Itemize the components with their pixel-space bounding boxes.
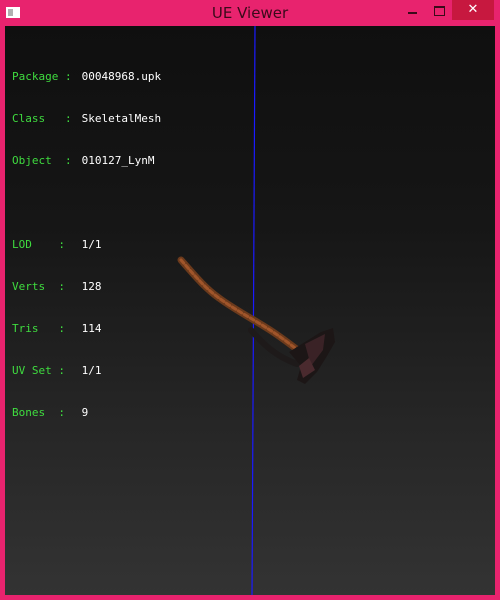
maximize-icon [433,6,445,16]
info-value: 1/1 [81,238,102,251]
info-row-bones: Bones : 9 [12,406,161,420]
minimize-button[interactable] [398,0,426,20]
info-key: Class : [12,112,72,125]
info-row-uvset: UV Set : 1/1 [12,364,161,378]
close-button[interactable]: ✕ [452,0,494,20]
close-icon: ✕ [467,2,479,17]
info-row-class: Class : SkeletalMesh [12,112,161,126]
info-value: 128 [81,280,102,293]
ue-viewer-window: UE Viewer ✕ Package : 00048968.upk Class… [0,0,500,600]
skeletal-mesh [177,256,335,384]
info-key: Tris : [12,322,65,335]
info-row-object: Object : 010127_LynM [12,154,161,168]
info-value: SkeletalMesh [81,112,162,125]
info-row-lod: LOD : 1/1 [12,238,161,252]
minimize-icon [407,12,417,14]
mesh-info-overlay: Package : 00048968.upk Class : SkeletalM… [12,42,161,448]
vertical-axis-line [251,26,256,595]
3d-viewport[interactable]: Package : 00048968.upk Class : SkeletalM… [5,26,495,595]
info-value: 00048968.upk [81,70,162,83]
info-key: Object : [12,154,72,167]
info-row-verts: Verts : 128 [12,280,161,294]
title-bar[interactable]: UE Viewer ✕ [0,0,500,26]
info-key: Verts : [12,280,65,293]
info-key: LOD : [12,238,65,251]
info-row-package: Package : 00048968.upk [12,70,161,84]
info-key: Package : [12,70,72,83]
info-key: Bones : [12,406,65,419]
info-value: 114 [81,322,102,335]
info-row-tris: Tris : 114 [12,322,161,336]
info-value: 1/1 [81,364,102,377]
maximize-button[interactable] [426,0,452,20]
info-value: 010127_LynM [81,154,155,167]
info-value: 9 [81,406,89,419]
info-key: UV Set : [12,364,65,377]
